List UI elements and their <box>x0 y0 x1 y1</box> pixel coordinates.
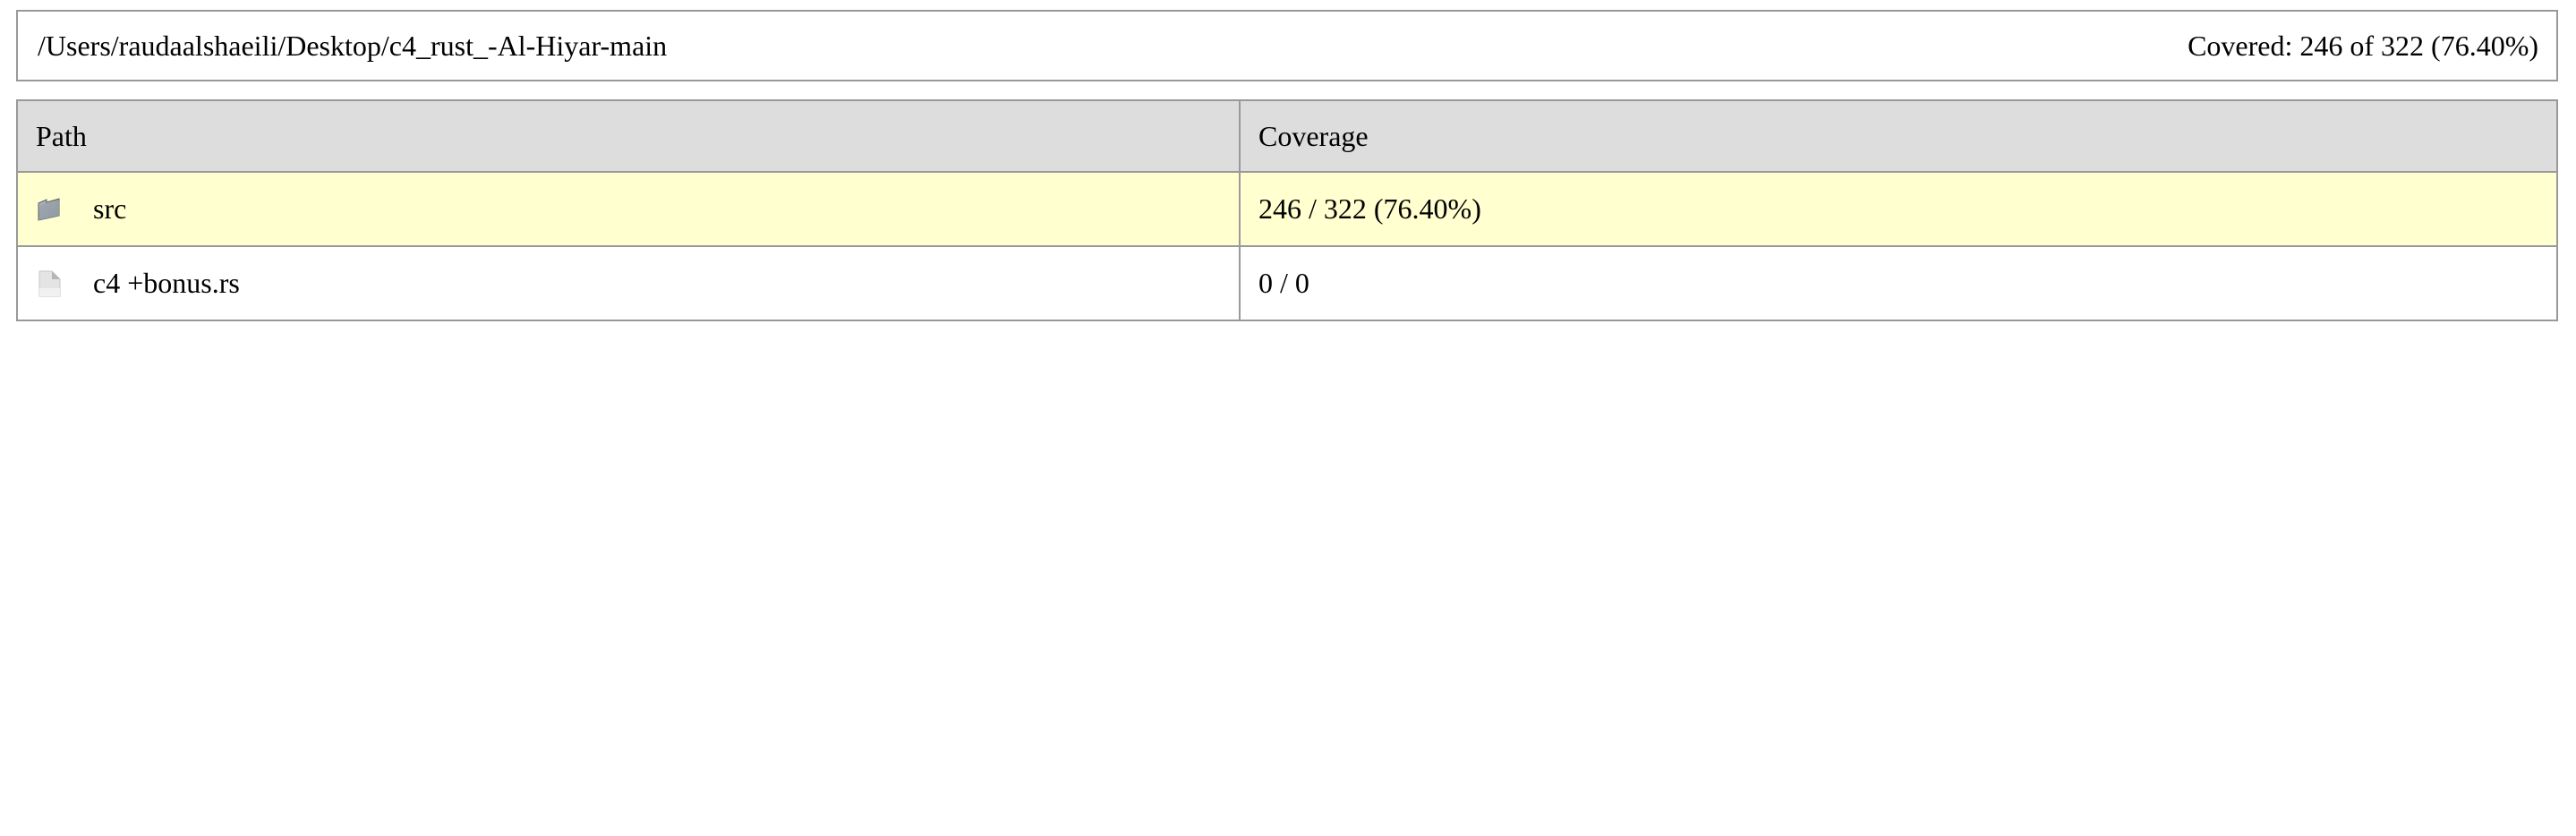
file-link-c4-bonus[interactable]: c4 +bonus.rs <box>93 267 240 300</box>
path-cell[interactable]: src <box>16 171 1241 247</box>
coverage-table: Path Coverage src 246 / 322 (76.40%) c4 … <box>16 99 2558 321</box>
coverage-cell: 0 / 0 <box>1239 245 2558 321</box>
file-icon <box>36 270 63 297</box>
root-path: /Users/raudaalshaeili/Desktop/c4_rust_-A… <box>38 29 668 62</box>
folder-icon <box>36 196 63 223</box>
coverage-column-header: Coverage <box>1239 99 2558 173</box>
folder-link-src[interactable]: src <box>93 192 126 226</box>
covered-total: Covered: 246 of 322 (76.40%) <box>2188 29 2538 62</box>
coverage-summary-bar: /Users/raudaalshaeili/Desktop/c4_rust_-A… <box>16 10 2558 81</box>
table-row-src[interactable]: src 246 / 322 (76.40%) <box>16 171 2558 247</box>
path-column-header: Path <box>16 99 1241 173</box>
table-row-c4-bonus[interactable]: c4 +bonus.rs 0 / 0 <box>16 245 2558 321</box>
coverage-cell: 246 / 322 (76.40%) <box>1239 171 2558 247</box>
path-cell[interactable]: c4 +bonus.rs <box>16 245 1241 321</box>
table-header-row: Path Coverage <box>16 99 2558 173</box>
